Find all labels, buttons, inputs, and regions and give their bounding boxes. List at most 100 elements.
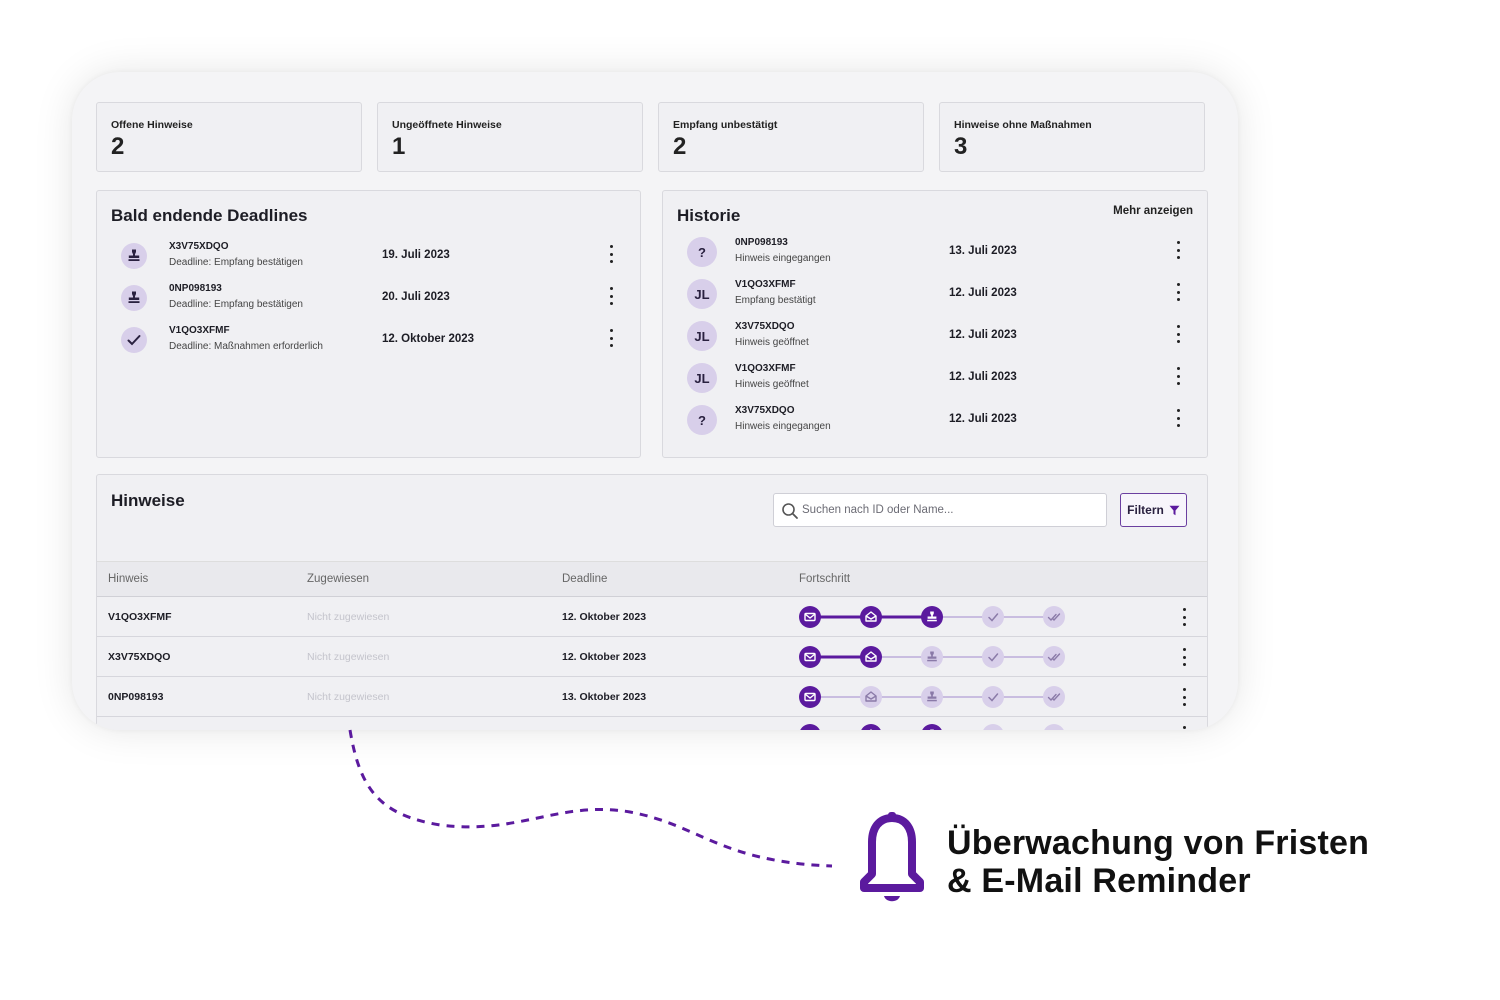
history-item[interactable]: JL X3V75XDQO Hinweis geöffnet 12. Juli 2… — [687, 321, 1183, 355]
progress-tracker — [799, 646, 1065, 668]
stamp-icon — [121, 243, 147, 269]
deadline-date: 12. Oktober 2023 — [382, 333, 475, 345]
history-sub: Hinweis geöffnet — [735, 337, 809, 348]
more-options-icon[interactable] — [1179, 726, 1189, 730]
stat-value: 2 — [673, 133, 687, 160]
avatar: JL — [687, 363, 717, 393]
search-icon — [782, 503, 798, 519]
deadline-item[interactable]: X3V75XDQO Deadline: Empfang bestätigen 1… — [121, 241, 616, 275]
deadline-date: 20. Juli 2023 — [382, 291, 450, 303]
mail-closed-icon — [799, 686, 821, 708]
history-item[interactable]: JL V1QO3XFMF Hinweis geöffnet 12. Juli 2… — [687, 363, 1183, 397]
callout-text: Überwachung von Fristen & E-Mail Reminde… — [947, 824, 1369, 900]
stamp-icon — [922, 724, 942, 730]
row-id: X3V75XDQO — [108, 651, 171, 663]
table-row[interactable]: X3V75XDQO Nicht zugewiesen 12. Oktober 2… — [97, 637, 1207, 677]
more-options-icon[interactable] — [1179, 688, 1189, 706]
table-row[interactable] — [97, 715, 1207, 730]
more-options-icon[interactable] — [1173, 241, 1183, 259]
avatar: ? — [687, 237, 717, 267]
mail-open-icon — [860, 646, 882, 668]
row-assigned: Nicht zugewiesen — [307, 651, 390, 663]
deadline-id: 0NP098193 — [169, 283, 222, 294]
history-sub: Empfang bestätigt — [735, 295, 816, 306]
stat-card-open[interactable]: Offene Hinweise 2 — [96, 102, 362, 172]
stat-label: Hinweise ohne Maßnahmen — [954, 119, 1092, 131]
table-header: Hinweis Zugewiesen Deadline Fortschritt — [97, 561, 1207, 597]
history-item[interactable]: ? 0NP098193 Hinweis eingegangen 13. Juli… — [687, 237, 1183, 271]
history-item[interactable]: ? X3V75XDQO Hinweis eingegangen 12. Juli… — [687, 405, 1183, 439]
deadline-sub: Deadline: Maßnahmen erforderlich — [169, 341, 323, 352]
progress-tracker — [800, 724, 1064, 730]
deadline-id: X3V75XDQO — [169, 241, 229, 252]
history-date: 12. Juli 2023 — [949, 413, 1017, 425]
stat-card-unconfirmed[interactable]: Empfang unbestätigt 2 — [658, 102, 924, 172]
history-date: 12. Juli 2023 — [949, 287, 1017, 299]
row-assigned: Nicht zugewiesen — [307, 691, 390, 703]
deadline-date: 19. Juli 2023 — [382, 249, 450, 261]
more-options-icon[interactable] — [1173, 367, 1183, 385]
search-input[interactable] — [773, 493, 1107, 527]
column-header-hinweis[interactable]: Hinweis — [108, 573, 148, 585]
mail-closed-icon — [800, 724, 820, 730]
history-sub: Hinweis geöffnet — [735, 379, 809, 390]
history-item[interactable]: JL V1QO3XFMF Empfang bestätigt 12. Juli … — [687, 279, 1183, 313]
more-options-icon[interactable] — [606, 287, 616, 305]
stamp-icon — [921, 686, 943, 708]
deadline-id: V1QO3XFMF — [169, 325, 230, 336]
history-panel: Historie Mehr anzeigen ? 0NP098193 Hinwe… — [662, 190, 1208, 458]
deadline-sub: Deadline: Empfang bestätigen — [169, 257, 303, 268]
row-deadline: 12. Oktober 2023 — [562, 651, 647, 663]
more-options-icon[interactable] — [1179, 608, 1189, 626]
more-options-icon[interactable] — [1173, 283, 1183, 301]
more-options-icon[interactable] — [606, 329, 616, 347]
column-header-zugewiesen[interactable]: Zugewiesen — [307, 573, 369, 585]
bell-icon — [860, 812, 924, 902]
check-icon — [982, 686, 1004, 708]
callout-line-1: Überwachung von Fristen — [947, 824, 1370, 862]
mail-closed-icon — [799, 606, 821, 628]
more-options-icon[interactable] — [1173, 409, 1183, 427]
history-id: V1QO3XFMF — [735, 363, 796, 374]
progress-tracker — [799, 606, 1065, 628]
more-options-icon[interactable] — [1173, 325, 1183, 343]
stat-value: 1 — [392, 133, 406, 160]
avatar: ? — [687, 405, 717, 435]
avatar: JL — [687, 321, 717, 351]
mail-open-icon — [860, 606, 882, 628]
check-icon — [982, 606, 1004, 628]
column-header-deadline[interactable]: Deadline — [562, 573, 607, 585]
deadline-item[interactable]: 0NP098193 Deadline: Empfang bestätigen 2… — [121, 283, 616, 317]
history-date: 12. Juli 2023 — [949, 371, 1017, 383]
history-id: X3V75XDQO — [735, 321, 795, 332]
dashboard-frame: Offene Hinweise 2 Ungeöffnete Hinweise 1… — [72, 72, 1238, 730]
check-icon — [982, 646, 1004, 668]
stat-card-no-measures[interactable]: Hinweise ohne Maßnahmen 3 — [939, 102, 1205, 172]
double-check-icon — [1043, 606, 1065, 628]
deadline-item[interactable]: V1QO3XFMF Deadline: Maßnahmen erforderli… — [121, 325, 616, 359]
stat-card-unopened[interactable]: Ungeöffnete Hinweise 1 — [377, 102, 643, 172]
hinweise-panel: Hinweise Filtern Hinweis Zugewiesen Dead… — [96, 474, 1208, 730]
callout-line-2: & E-Mail Reminder — [947, 862, 1251, 900]
stat-label: Ungeöffnete Hinweise — [392, 119, 502, 131]
more-options-icon[interactable] — [1179, 648, 1189, 666]
stat-value: 3 — [954, 133, 968, 160]
filter-button[interactable]: Filtern — [1120, 493, 1187, 527]
more-options-icon[interactable] — [606, 245, 616, 263]
stamp-icon — [921, 606, 943, 628]
history-id: V1QO3XFMF — [735, 279, 796, 290]
table-row[interactable]: 0NP098193 Nicht zugewiesen 13. Oktober 2… — [97, 677, 1207, 717]
check-icon — [121, 327, 147, 353]
mail-open-icon — [860, 686, 882, 708]
row-assigned: Nicht zugewiesen — [307, 611, 390, 623]
column-header-fortschritt[interactable]: Fortschritt — [799, 573, 850, 585]
row-id: 0NP098193 — [108, 691, 164, 703]
avatar: JL — [687, 279, 717, 309]
stamp-icon — [921, 646, 943, 668]
history-sub: Hinweis eingegangen — [735, 421, 831, 432]
show-more-link[interactable]: Mehr anzeigen — [1113, 205, 1193, 217]
table-row[interactable]: V1QO3XFMF Nicht zugewiesen 12. Oktober 2… — [97, 597, 1207, 637]
mail-open-icon — [861, 724, 881, 730]
filter-icon — [1169, 505, 1180, 515]
row-id: V1QO3XFMF — [108, 611, 172, 623]
